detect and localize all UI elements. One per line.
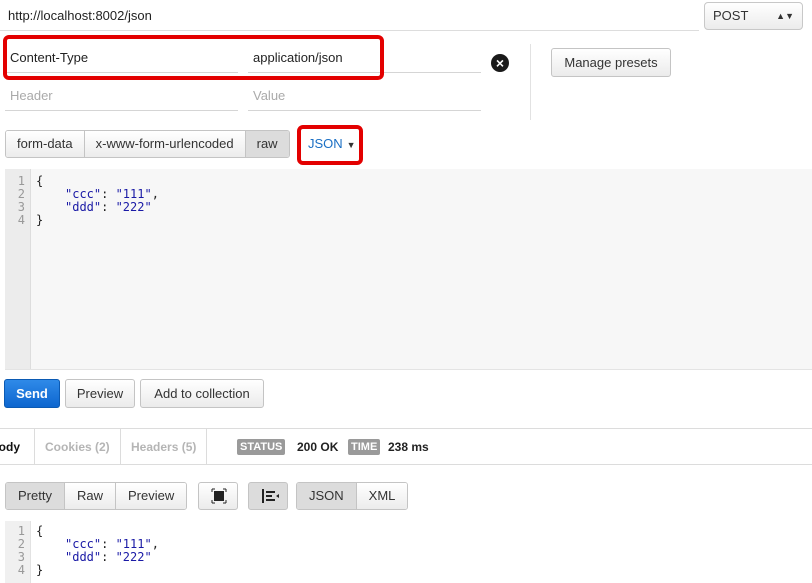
- code-line: }: [36, 563, 44, 577]
- code-line: "ddd": "222": [65, 550, 152, 564]
- status-badge: STATUS: [237, 439, 286, 455]
- caret-down-icon: ▼: [346, 140, 356, 150]
- time-value: 238 ms: [388, 440, 429, 454]
- tab-form-data[interactable]: form-data: [6, 131, 85, 157]
- code-line: {: [36, 524, 44, 538]
- divider: [530, 44, 531, 120]
- tab-pretty[interactable]: Pretty: [6, 483, 65, 509]
- request-body-editor[interactable]: 1 2 3 4 { "ccc": "111", "ddd": "222" }: [5, 169, 812, 370]
- wrap-lines-icon: [262, 489, 279, 503]
- header-value-placeholder[interactable]: [248, 80, 481, 111]
- tab-json[interactable]: JSON: [297, 483, 357, 509]
- select-arrows-icon: ▲▼: [776, 11, 794, 21]
- json-value: "222": [115, 550, 152, 564]
- code-line: {: [36, 174, 44, 188]
- format-tabs: Pretty Raw Preview: [5, 482, 188, 510]
- status-value: 200 OK: [297, 440, 339, 454]
- code-line: "ddd": "222": [65, 200, 152, 214]
- header-value-field[interactable]: [248, 42, 481, 73]
- manage-presets-button[interactable]: Manage presets: [551, 48, 671, 77]
- json-key: "ccc": [65, 187, 102, 201]
- line-number: 4: [17, 563, 25, 577]
- json-key: "ddd": [65, 550, 102, 564]
- wrap-button[interactable]: [248, 482, 288, 510]
- method-value: POST: [713, 8, 749, 23]
- header-key-placeholder[interactable]: [5, 80, 238, 111]
- line-number: 4: [17, 213, 25, 227]
- time-badge: TIME: [348, 439, 381, 455]
- preview-button[interactable]: Preview: [65, 379, 135, 408]
- divider: [120, 429, 121, 464]
- json-value: "222": [115, 200, 152, 214]
- response-tabs-bar: Body Cookies (2) Headers (5) STATUS 200 …: [0, 428, 812, 465]
- tab-preview-response[interactable]: Preview: [115, 483, 187, 509]
- method-select[interactable]: POST ▲▼: [704, 2, 803, 30]
- tab-urlencoded[interactable]: x-www-form-urlencoded: [84, 131, 246, 157]
- tab-xml[interactable]: XML: [356, 483, 408, 509]
- url-input[interactable]: [0, 0, 699, 31]
- json-key: "ccc": [65, 537, 102, 551]
- send-button[interactable]: Send: [4, 379, 60, 408]
- divider: [34, 429, 35, 464]
- header-key-field[interactable]: [5, 42, 238, 73]
- code-line: }: [36, 213, 44, 227]
- close-circle-icon[interactable]: ×: [491, 54, 509, 72]
- tab-cookies[interactable]: Cookies (2): [45, 429, 110, 464]
- json-key: "ddd": [65, 200, 102, 214]
- response-type-tabs: JSON XML: [296, 482, 409, 510]
- tab-raw-response[interactable]: Raw: [64, 483, 116, 509]
- expand-button[interactable]: [198, 482, 238, 510]
- body-type-tabs: form-data x-www-form-urlencoded raw: [5, 130, 290, 158]
- divider: [206, 429, 207, 464]
- tab-raw[interactable]: raw: [245, 131, 289, 157]
- expand-icon: [211, 488, 227, 504]
- tab-body[interactable]: Body: [0, 429, 20, 464]
- add-to-collection-button[interactable]: Add to collection: [140, 379, 264, 408]
- json-value: "111": [115, 187, 152, 201]
- tab-headers[interactable]: Headers (5): [131, 429, 196, 464]
- response-body-viewer: 1 2 3 4 { "ccc": "111", "ddd": "222" }: [5, 521, 812, 583]
- json-value: "111": [115, 537, 152, 551]
- content-type-label: JSON: [308, 136, 343, 151]
- content-type-dropdown[interactable]: JSON ▼: [308, 136, 356, 151]
